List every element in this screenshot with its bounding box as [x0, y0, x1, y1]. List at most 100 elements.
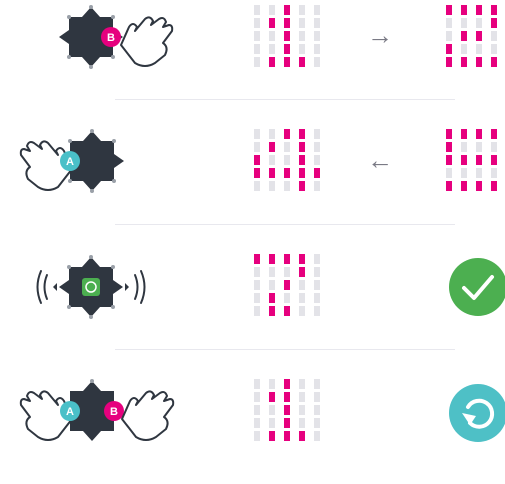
led-on	[269, 392, 275, 402]
device-press-a-icon: A	[19, 129, 124, 193]
led-on	[284, 280, 290, 290]
led-off	[269, 155, 275, 165]
led-off	[314, 293, 320, 303]
led-on	[476, 155, 482, 165]
led-on	[284, 31, 290, 41]
led-off	[254, 5, 260, 15]
device-press-ab-icon: A B	[19, 379, 175, 441]
led-on	[269, 168, 275, 178]
led-on	[446, 129, 452, 139]
led-on	[284, 431, 290, 441]
led-on	[284, 57, 290, 67]
led-on	[269, 293, 275, 303]
led-off	[269, 379, 275, 389]
led-off	[314, 5, 320, 15]
led-off	[299, 379, 305, 389]
led-off	[314, 18, 320, 28]
led-on	[461, 5, 467, 15]
led-on	[284, 129, 290, 139]
led-on	[491, 18, 497, 28]
led-off	[314, 280, 320, 290]
led-off	[269, 267, 275, 277]
led-off	[284, 267, 290, 277]
led-off	[254, 18, 260, 28]
led-off	[254, 142, 260, 152]
hand-icon	[120, 16, 174, 67]
led-off	[461, 44, 467, 54]
led-off	[254, 31, 260, 41]
instruction-row-press-a: A ←	[0, 124, 505, 234]
led-on	[491, 181, 497, 191]
led-on	[284, 5, 290, 15]
led-off	[299, 392, 305, 402]
led-on	[476, 181, 482, 191]
hand-right-icon	[121, 390, 175, 441]
led-grid-before	[254, 5, 320, 67]
led-off	[254, 293, 260, 303]
led-on	[299, 254, 305, 264]
led-off	[491, 142, 497, 152]
led-on	[476, 31, 482, 41]
led-on	[269, 57, 275, 67]
led-off	[254, 181, 260, 191]
led-on	[284, 392, 290, 402]
button-a-label: A	[66, 156, 74, 168]
led-off	[254, 379, 260, 389]
led-off	[269, 129, 275, 139]
led-off	[284, 155, 290, 165]
led-off	[284, 181, 290, 191]
led-on	[299, 181, 305, 191]
led-off	[269, 44, 275, 54]
led-off	[314, 142, 320, 152]
led-off	[269, 181, 275, 191]
led-off	[299, 306, 305, 316]
led-on	[446, 181, 452, 191]
led-on	[491, 57, 497, 67]
led-on	[269, 254, 275, 264]
led-on	[269, 306, 275, 316]
led-off	[314, 254, 320, 264]
led-off	[269, 31, 275, 41]
led-on	[299, 57, 305, 67]
led-off	[491, 44, 497, 54]
button-a-label: A	[66, 406, 74, 418]
led-on	[254, 168, 260, 178]
led-off	[314, 181, 320, 191]
led-on	[299, 168, 305, 178]
led-off	[299, 405, 305, 415]
led-off	[269, 5, 275, 15]
led-off	[314, 418, 320, 428]
led-off	[284, 142, 290, 152]
led-on	[299, 142, 305, 152]
led-off	[314, 57, 320, 67]
led-grid-after	[446, 129, 497, 191]
instruction-row-shake	[0, 249, 505, 359]
button-b-label: B	[110, 406, 118, 418]
led-on	[446, 44, 452, 54]
led-off	[299, 280, 305, 290]
led-on	[299, 431, 305, 441]
led-off	[314, 31, 320, 41]
vibration-right-icon	[134, 270, 146, 304]
led-off	[491, 168, 497, 178]
led-off	[461, 18, 467, 28]
chip-icon	[82, 278, 100, 296]
led-grid-after	[446, 5, 497, 67]
led-off	[299, 44, 305, 54]
led-on	[299, 155, 305, 165]
led-on	[269, 431, 275, 441]
led-on	[491, 155, 497, 165]
led-on	[299, 129, 305, 139]
led-on	[491, 5, 497, 15]
led-grid-shake	[254, 254, 320, 316]
led-on	[446, 155, 452, 165]
led-on	[491, 129, 497, 139]
led-on	[284, 168, 290, 178]
led-on	[461, 181, 467, 191]
led-on	[254, 254, 260, 264]
led-off	[491, 31, 497, 41]
led-off	[314, 431, 320, 441]
led-on	[476, 129, 482, 139]
led-off	[461, 142, 467, 152]
led-off	[299, 418, 305, 428]
